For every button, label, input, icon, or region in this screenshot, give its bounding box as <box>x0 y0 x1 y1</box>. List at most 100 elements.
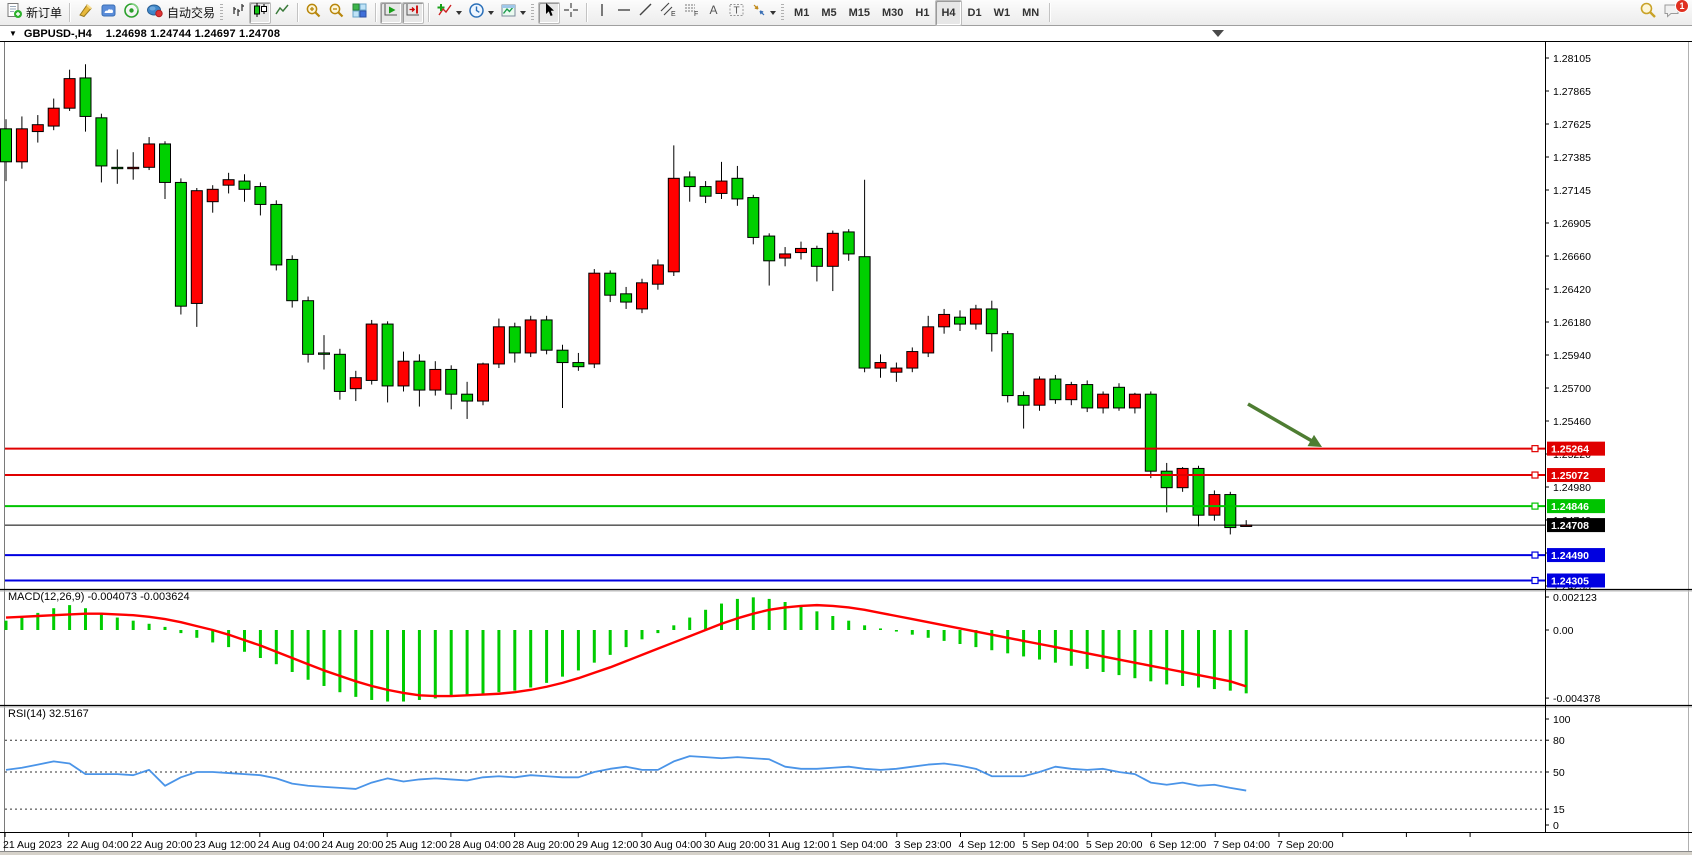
chart-shift-button[interactable] <box>402 2 424 24</box>
chart-menu-triangle-icon[interactable]: ▼ <box>9 29 17 38</box>
level-line-marker[interactable] <box>1532 503 1538 509</box>
macd-histogram-bar <box>450 630 453 697</box>
clock-icon <box>468 2 485 24</box>
crosshair-button[interactable] <box>560 2 582 24</box>
candle-body <box>700 187 711 197</box>
horizontal-line-tool-button[interactable] <box>613 2 635 24</box>
chart-canvas[interactable]: 1.281051.278651.276251.273851.271451.269… <box>0 0 1692 855</box>
macd-histogram-bar <box>370 630 373 700</box>
macd-signal-line <box>6 605 1246 696</box>
timeframe-d1-button[interactable]: D1 <box>962 0 988 26</box>
candle-body <box>557 350 568 362</box>
candle-body <box>446 369 457 394</box>
bar-chart-button[interactable] <box>227 2 249 24</box>
level-line-marker[interactable] <box>1532 446 1538 452</box>
equidistant-channel-tool-button[interactable]: E <box>657 2 680 24</box>
macd-histogram-bar <box>974 630 977 647</box>
indicators-icon <box>436 2 453 23</box>
toolbar-separator <box>69 3 70 22</box>
toolbar-separator <box>1049 3 1050 22</box>
svg-text:F: F <box>694 11 698 18</box>
macd-histogram-bar <box>5 621 8 630</box>
zoom-out-button[interactable] <box>325 2 348 24</box>
candle-body <box>1 129 12 162</box>
crosshair-icon <box>563 2 579 23</box>
zoom-in-button[interactable] <box>302 2 325 24</box>
toolbar-drag-handle[interactable] <box>781 4 784 22</box>
timeframe-m30-button[interactable]: M30 <box>876 0 909 26</box>
vertical-line-tool-button[interactable] <box>591 2 613 24</box>
timeframe-m15-button[interactable]: M15 <box>843 0 876 26</box>
candlestick-chart-icon <box>252 2 268 23</box>
time-axis-label: 28 Aug 04:00 <box>449 839 511 851</box>
toolbar-drag-handle[interactable] <box>531 4 534 22</box>
macd-histogram-bar <box>990 630 993 650</box>
timeframe-h1-button[interactable]: H1 <box>909 0 935 26</box>
tile-windows-button[interactable] <box>348 2 371 24</box>
candle-body <box>462 394 473 401</box>
templates-button[interactable] <box>497 2 529 24</box>
candle-body <box>907 352 918 369</box>
macd-histogram-bar <box>577 630 580 670</box>
time-axis-label: 30 Aug 04:00 <box>640 839 702 851</box>
candle-body <box>748 198 759 238</box>
notifications-button[interactable]: 1 <box>1660 2 1684 24</box>
macd-histogram-bar <box>815 611 818 630</box>
candle-body <box>414 361 425 390</box>
time-axis-label: 7 Sep 20:00 <box>1277 839 1334 851</box>
candle-body <box>382 324 393 386</box>
toolbar-drag-handle[interactable] <box>220 4 223 22</box>
arrows-tool-button[interactable] <box>748 2 779 24</box>
macd-histogram-bar <box>720 604 723 630</box>
macd-histogram-bar <box>291 630 294 672</box>
autotrading-button[interactable]: 自动交易 <box>143 2 218 24</box>
price-axis-tick-label: 1.24740 <box>1553 515 1591 527</box>
market-watch-button[interactable] <box>74 2 97 24</box>
candlestick-chart-button[interactable] <box>249 2 271 24</box>
macd-histogram-bar <box>338 630 341 692</box>
level-line-marker[interactable] <box>1532 578 1538 584</box>
new-order-icon <box>6 2 23 24</box>
auto-scroll-button[interactable] <box>380 2 402 24</box>
candle-body <box>509 327 520 353</box>
text-tool-button[interactable]: A <box>703 2 725 24</box>
search-button[interactable] <box>1636 2 1660 24</box>
price-level-badge-label: 1.25264 <box>1551 444 1589 456</box>
time-axis-label: 1 Sep 04:00 <box>831 839 888 851</box>
chart-title-bar: ▼ GBPUSD-,H4 1.24698 1.24744 1.24697 1.2… <box>0 26 1692 42</box>
label-tool-button[interactable]: T <box>725 2 748 24</box>
level-line-marker[interactable] <box>1532 552 1538 558</box>
trendline-tool-button[interactable] <box>635 2 657 24</box>
price-level-badge <box>1547 548 1605 562</box>
svg-text:A: A <box>710 3 718 17</box>
new-order-button[interactable]: 新订单 <box>3 2 65 24</box>
candle-body <box>191 191 202 304</box>
price-axis-tick-label: 1.24500 <box>1553 548 1591 560</box>
timeframe-m1-button[interactable]: M1 <box>788 0 815 26</box>
search-icon <box>1639 1 1657 24</box>
macd-histogram-bar <box>561 630 564 677</box>
indicators-button[interactable] <box>433 2 465 24</box>
data-window-button[interactable] <box>97 2 120 24</box>
line-chart-button[interactable] <box>271 2 293 24</box>
level-line-marker[interactable] <box>1532 472 1538 478</box>
macd-histogram-bar <box>895 630 898 632</box>
price-level-badge-label: 1.24490 <box>1551 550 1589 562</box>
timeframe-w1-button[interactable]: W1 <box>988 0 1017 26</box>
macd-histogram-bar <box>768 599 771 630</box>
signals-button[interactable] <box>120 2 143 24</box>
line-chart-icon <box>274 2 290 23</box>
candle-body <box>827 233 838 266</box>
fibonacci-tool-button[interactable]: F <box>680 2 703 24</box>
macd-histogram-bar <box>911 630 914 635</box>
macd-histogram-bar <box>1118 630 1121 675</box>
macd-histogram-bar <box>418 630 421 700</box>
timeframe-mn-button[interactable]: MN <box>1016 0 1045 26</box>
timeframe-h4-button[interactable]: H4 <box>935 0 961 26</box>
timeframe-m5-button[interactable]: M5 <box>815 0 842 26</box>
candle-body <box>96 118 107 166</box>
periods-button[interactable] <box>465 2 497 24</box>
text-label-icon: T <box>728 2 745 23</box>
cursor-button[interactable] <box>538 2 560 24</box>
price-level-badge <box>1547 442 1605 456</box>
